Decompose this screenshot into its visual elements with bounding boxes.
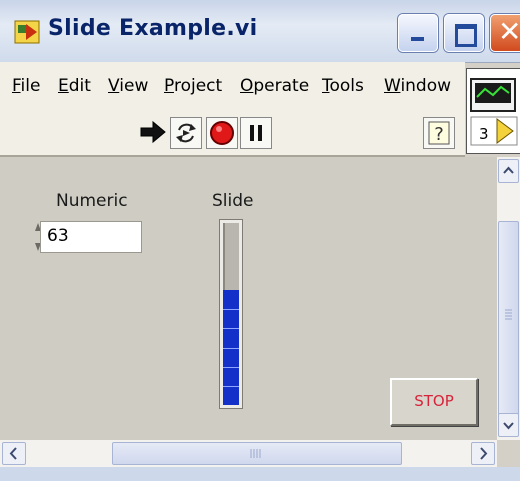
menu-file[interactable]: File <box>12 76 40 96</box>
vi-window: Slide Example.vi ✕ File Edit View Projec… <box>0 0 520 481</box>
stop-button[interactable]: STOP <box>390 378 478 426</box>
slide-fill-division <box>223 348 239 349</box>
menu-tools-label: ools <box>329 76 364 96</box>
horizontal-scroll-thumb[interactable] <box>112 442 402 465</box>
grip-icon <box>250 449 261 458</box>
vi-icon-number: 3 <box>479 125 489 143</box>
menu-project[interactable]: Project <box>164 76 222 96</box>
help-icon[interactable]: ? <box>423 117 455 149</box>
slide-empty-region <box>223 223 239 290</box>
close-button[interactable]: ✕ <box>490 14 520 52</box>
menu-operate-label: perate <box>253 76 310 96</box>
menu-window-label: indow <box>400 76 452 96</box>
title-bar[interactable]: Slide Example.vi ✕ <box>0 0 520 63</box>
labview-vi-icon <box>14 20 40 44</box>
window-bottom-border <box>0 467 520 481</box>
chevron-right-icon <box>480 447 488 460</box>
pause-icon[interactable] <box>240 117 272 149</box>
slide-label: Slide <box>212 191 254 211</box>
minimize-button[interactable] <box>398 14 438 52</box>
menu-window[interactable]: Window <box>384 76 451 96</box>
scroll-right-button[interactable] <box>471 442 495 465</box>
numeric-value: 63 <box>47 226 69 246</box>
menu-view-label: iew <box>119 76 149 96</box>
menu-edit-label: dit <box>68 76 91 96</box>
grip-icon <box>505 309 512 320</box>
vi-icon-graphic <box>470 78 518 146</box>
slide-fill-division <box>223 309 239 310</box>
close-icon: ✕ <box>498 15 520 48</box>
menu-file-mnemonic: F <box>12 76 21 96</box>
menu-project-mnemonic: P <box>164 76 174 96</box>
menu-bar: File Edit View Project Operate Tools Win… <box>0 62 465 111</box>
horizontal-scrollbar[interactable] <box>0 440 497 467</box>
menu-project-label: roject <box>173 76 223 96</box>
toolbar: ? <box>0 110 465 157</box>
stop-button-label: STOP <box>414 392 454 410</box>
menu-window-mnemonic: W <box>384 76 401 96</box>
vertical-scrollbar[interactable] <box>497 157 520 440</box>
menu-edit-mnemonic: E <box>58 76 69 96</box>
run-arrow-icon[interactable] <box>138 117 168 147</box>
menu-view-mnemonic: V <box>108 76 120 96</box>
slide-fill-division <box>223 367 239 368</box>
slide-control[interactable] <box>219 219 243 409</box>
menu-tools-mnemonic: T <box>322 76 330 96</box>
svg-text:?: ? <box>434 124 444 145</box>
numeric-control[interactable]: 63 <box>40 221 142 253</box>
menu-view[interactable]: View <box>108 76 148 96</box>
resize-grip[interactable] <box>497 440 520 467</box>
menu-operate[interactable]: Operate <box>240 76 309 96</box>
menu-tools[interactable]: Tools <box>322 76 364 96</box>
menu-file-label: ile <box>20 76 41 96</box>
run-continuously-icon[interactable] <box>170 117 202 149</box>
scroll-down-button[interactable] <box>498 413 519 437</box>
vi-connector-icon[interactable]: 3 <box>466 68 520 154</box>
abort-execution-icon[interactable] <box>206 117 238 149</box>
menu-operate-mnemonic: O <box>240 76 254 96</box>
vertical-scroll-thumb[interactable] <box>498 221 519 417</box>
chevron-down-icon <box>503 422 514 430</box>
numeric-label: Numeric <box>56 191 128 211</box>
maximize-button[interactable] <box>444 14 484 52</box>
minimize-icon <box>411 37 424 41</box>
slide-fill-division <box>223 386 239 387</box>
menu-edit[interactable]: Edit <box>58 76 91 96</box>
scroll-up-button[interactable] <box>498 159 519 183</box>
slide-fill-division <box>223 328 239 329</box>
chevron-up-icon <box>503 166 514 174</box>
window-title: Slide Example.vi <box>48 16 258 41</box>
chevron-left-icon <box>9 447 17 460</box>
maximize-icon <box>455 24 477 47</box>
scroll-left-button[interactable] <box>2 442 26 465</box>
